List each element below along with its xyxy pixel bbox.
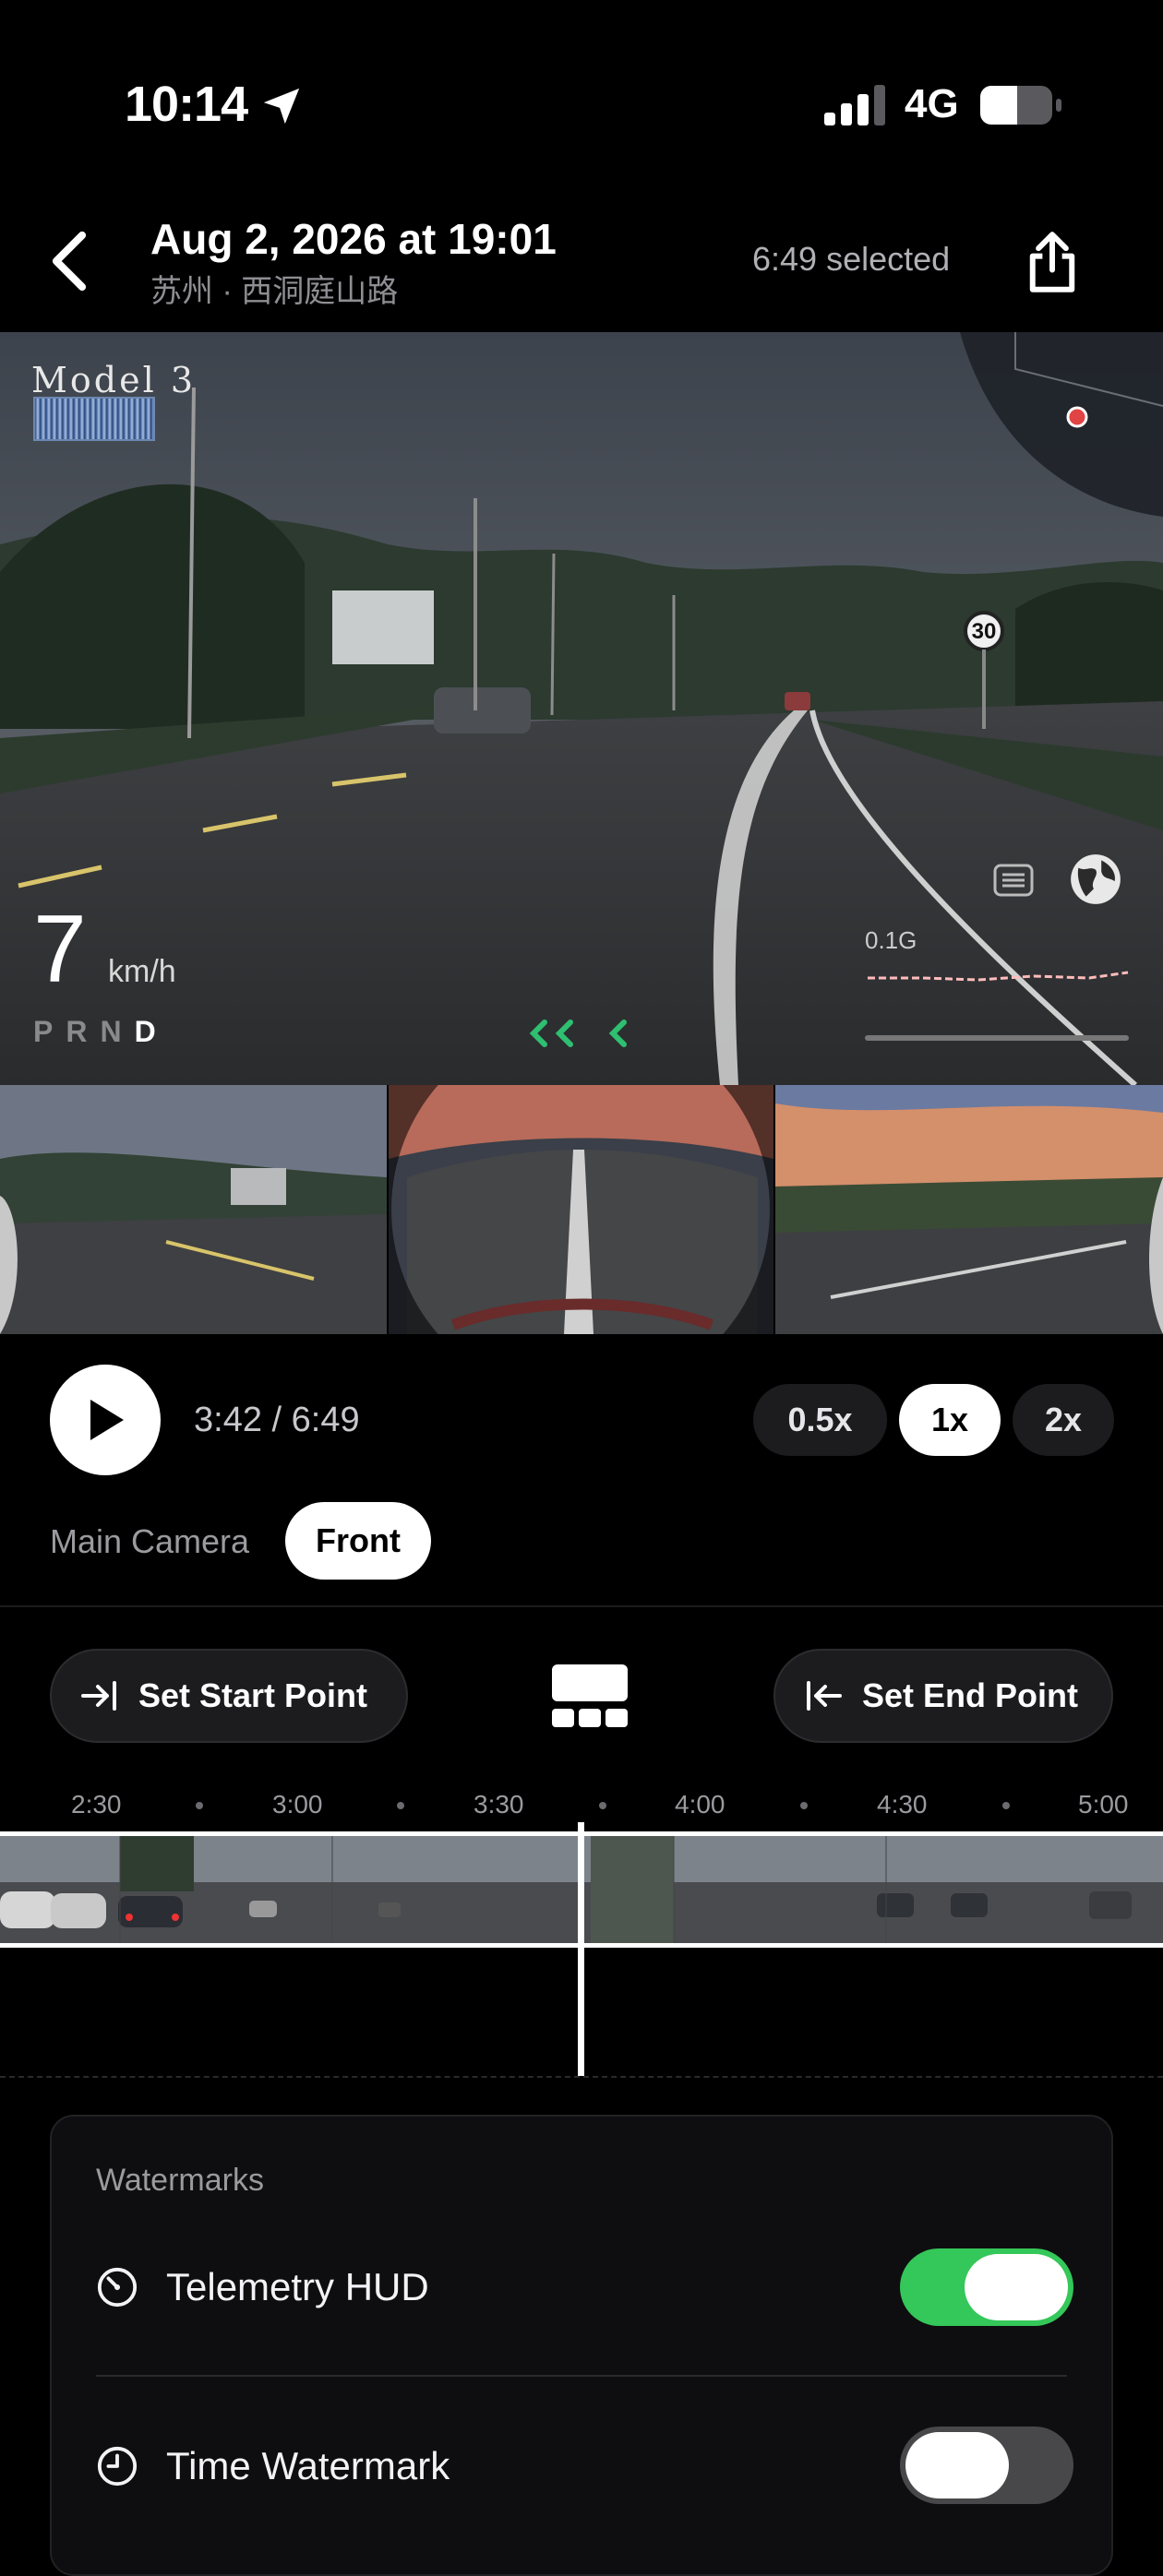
vehicle-model-logo: Model 3 — [31, 360, 197, 400]
timeline-tick: 4:00 — [675, 1790, 725, 1819]
set-start-point-button[interactable]: Set Start Point — [50, 1649, 408, 1743]
clock-icon — [97, 2446, 138, 2487]
timeline-dot — [800, 1802, 808, 1809]
time-watermark-label: Time Watermark — [166, 2444, 450, 2487]
timeline-dot — [599, 1802, 606, 1809]
cellular-signal-icon — [824, 85, 885, 125]
timeline-tick: 4:30 — [877, 1790, 928, 1819]
left-camera-thumbnail[interactable] — [0, 1085, 387, 1334]
telemetry-hud-label: Telemetry HUD — [166, 2265, 429, 2308]
timeline-tick: 2:30 — [71, 1790, 122, 1819]
time-watermark-toggle[interactable] — [900, 2427, 1073, 2504]
page-title: Aug 2, 2026 at 19:01 — [150, 215, 557, 263]
watermarks-title: Watermarks — [96, 2163, 264, 2198]
speed-0-5x-button[interactable]: 0.5x — [753, 1384, 887, 1456]
toggle-knob — [905, 2432, 1009, 2498]
section-divider — [0, 1605, 1163, 1607]
gear-r: R — [66, 1015, 101, 1048]
timeline-tick: 5:00 — [1078, 1790, 1129, 1819]
timeline-track-divider — [0, 2076, 1163, 2078]
speed-readout: 7 — [33, 896, 87, 1003]
gear-n: N — [100, 1015, 135, 1048]
speed-unit: km/h — [108, 954, 176, 989]
play-button[interactable] — [50, 1365, 161, 1475]
timeline-dot — [397, 1802, 404, 1809]
g-force-label: 0.1G — [865, 926, 917, 954]
timeline-dot — [196, 1802, 203, 1809]
globe-map-icon[interactable] — [1067, 851, 1124, 908]
list-view-icon[interactable] — [993, 864, 1034, 897]
playback-timecode: 3:42 / 6:49 — [194, 1401, 360, 1439]
back-button[interactable] — [46, 229, 92, 293]
gear-indicator: PRND — [33, 1015, 169, 1049]
location-subtitle: 苏州 · 西洞庭山路 — [150, 274, 399, 309]
play-icon — [90, 1400, 124, 1440]
gauge-icon — [97, 2267, 138, 2308]
share-button[interactable] — [1023, 231, 1082, 293]
tesla-badge — [33, 397, 155, 441]
set-start-point-label: Set Start Point — [138, 1676, 368, 1714]
arrow-to-left-bar-icon — [807, 1681, 842, 1711]
layout-grid-icon[interactable] — [552, 1664, 628, 1727]
status-time: 10:14 — [125, 77, 248, 132]
gear-p: P — [33, 1015, 66, 1048]
timeline-playhead[interactable] — [578, 1822, 584, 2076]
rear-camera-thumbnail[interactable] — [389, 1085, 773, 1334]
toggle-knob — [965, 2254, 1068, 2320]
right-camera-scene — [775, 1085, 1163, 1334]
row-divider — [96, 2375, 1067, 2377]
rear-camera-scene — [389, 1085, 773, 1334]
timeline-tick: 3:30 — [474, 1790, 524, 1819]
telemetry-hud-toggle[interactable] — [900, 2248, 1073, 2326]
set-end-point-button[interactable]: Set End Point — [773, 1649, 1113, 1743]
speed-1x-button[interactable]: 1x — [899, 1384, 1001, 1456]
timeline-tick: 3:00 — [272, 1790, 323, 1819]
selection-duration: 6:49 selected — [752, 240, 951, 278]
battery-icon — [980, 86, 1061, 125]
gear-d: D — [134, 1015, 169, 1048]
arrow-to-right-bar-icon — [81, 1681, 116, 1711]
carrier-label: 4G — [905, 81, 959, 126]
speed-2x-button[interactable]: 2x — [1013, 1384, 1114, 1456]
main-camera-label: Main Camera — [50, 1522, 250, 1560]
right-camera-thumbnail[interactable] — [775, 1085, 1163, 1334]
location-arrow-icon — [263, 88, 300, 125]
main-camera-selector[interactable]: Front — [285, 1502, 431, 1580]
timeline-dot — [1002, 1802, 1010, 1809]
left-camera-scene — [0, 1085, 387, 1334]
set-end-point-label: Set End Point — [862, 1676, 1078, 1714]
speed-limit-sign: 30 — [972, 619, 997, 644]
